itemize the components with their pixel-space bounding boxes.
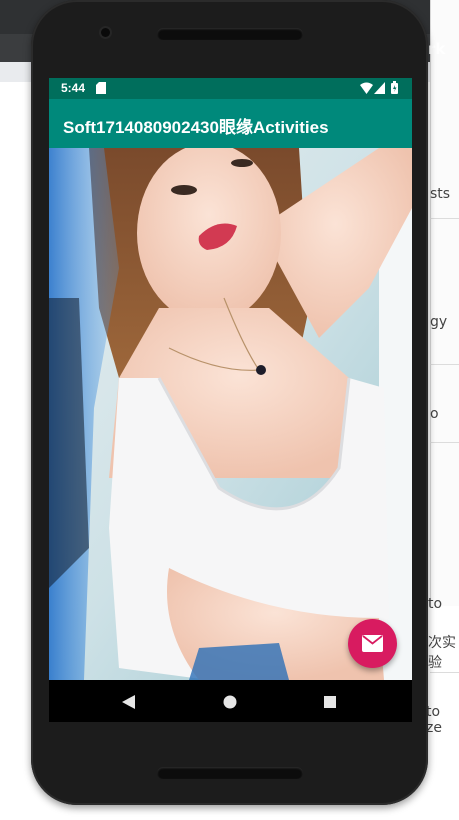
app-title: Soft1714080902430眼缘Activities [63,118,329,137]
home-icon[interactable] [223,695,237,709]
background-fragment: to [428,596,443,612]
email-fab-button[interactable] [348,619,397,668]
top-speaker-grille [157,28,303,40]
phone-screen: 5:44 Soft1714080902430眼缘Activities [49,78,412,722]
bottom-speaker-grille [157,767,303,779]
status-time: 5:44 [61,81,86,95]
background-divider [430,364,459,365]
background-divider [430,218,459,219]
background-divider [430,672,459,673]
background-fragment: to ze [426,704,442,736]
background-fragment: gy [430,314,448,330]
background-fragment: sts [430,186,451,202]
signal-icon [374,82,385,94]
recents-icon[interactable] [324,696,336,708]
wifi-icon [360,82,373,94]
navigation-bar [49,680,412,722]
background-fragment: 次实验 [428,635,456,671]
mail-icon [362,635,383,652]
content-image [49,148,412,680]
phone-emulator-frame: 5:44 Soft1714080902430眼缘Activities [31,0,428,805]
background-divider [430,442,459,443]
sd-card-icon [96,82,106,94]
back-icon[interactable] [122,695,135,709]
background-header-text: rk [428,40,446,58]
background-fragment: o [430,406,439,422]
status-bar: 5:44 [49,78,412,99]
background-side-panel [430,0,459,606]
front-camera [101,28,110,37]
portrait-photo [49,148,412,680]
battery-icon [391,81,398,94]
app-toolbar: Soft1714080902430眼缘Activities [49,99,412,148]
